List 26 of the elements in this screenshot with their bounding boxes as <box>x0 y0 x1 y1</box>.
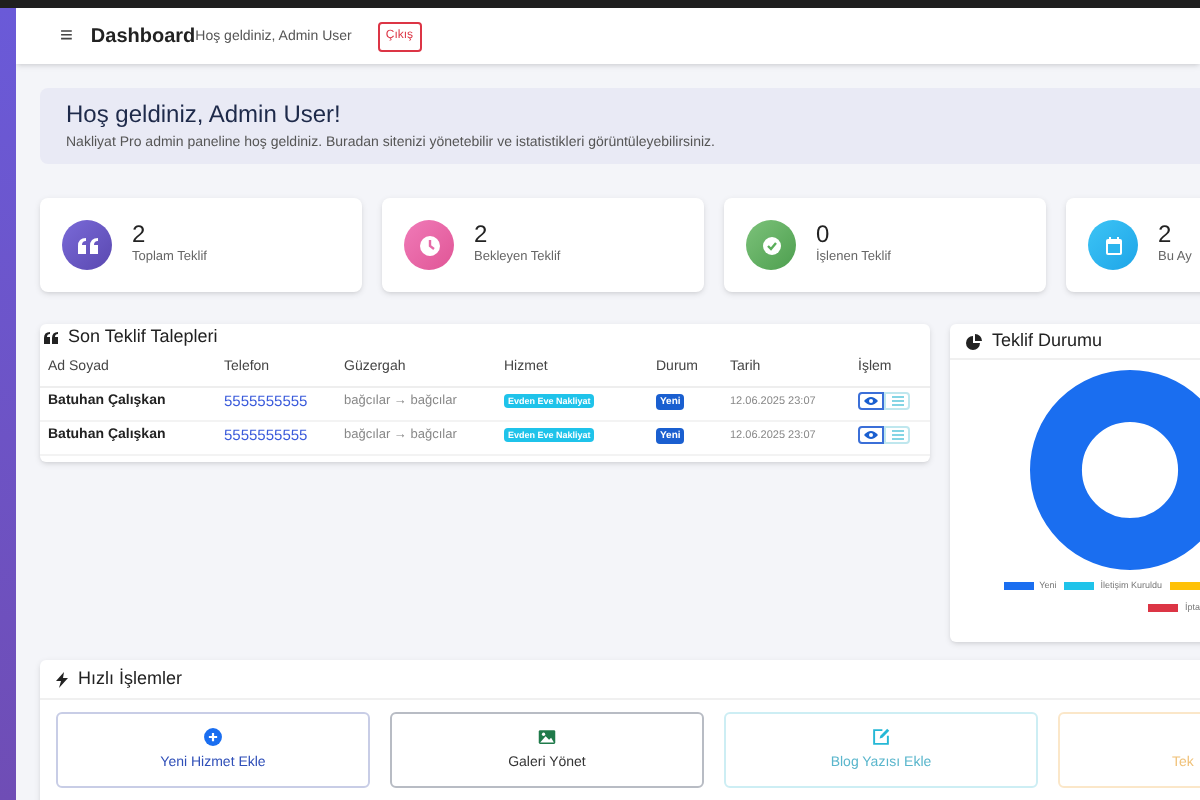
lightning-icon <box>56 671 68 687</box>
edit-icon <box>870 725 892 748</box>
image-icon <box>536 725 558 748</box>
welcome-title: Hoş geldiniz, Admin User! <box>66 100 343 128</box>
menu-icon[interactable]: ≡ <box>60 19 73 53</box>
calendar-icon <box>1088 220 1138 270</box>
list-icon <box>891 429 903 440</box>
page-title: Dashboard <box>90 23 196 51</box>
stat-value: 2 <box>132 222 148 249</box>
card-title: Teklif Durumu <box>992 327 1103 354</box>
plus-circle-icon <box>202 725 224 748</box>
clock-icon <box>404 220 454 270</box>
eye-icon <box>864 395 878 406</box>
eye-icon <box>864 429 878 440</box>
card-title: Son Teklif Talepleri <box>68 324 218 351</box>
stat-value: 2 <box>1158 222 1174 249</box>
view-button[interactable] <box>858 425 884 444</box>
list-icon <box>891 395 903 406</box>
check-icon <box>746 220 796 270</box>
stat-value: 0 <box>816 222 830 249</box>
quote-icon <box>44 332 58 344</box>
quote-icon <box>62 220 112 270</box>
view-button[interactable] <box>858 391 884 410</box>
stat-value: 2 <box>474 222 490 249</box>
card-title: Hızlı İşlemler <box>78 665 183 692</box>
pie-chart-icon <box>966 333 982 349</box>
